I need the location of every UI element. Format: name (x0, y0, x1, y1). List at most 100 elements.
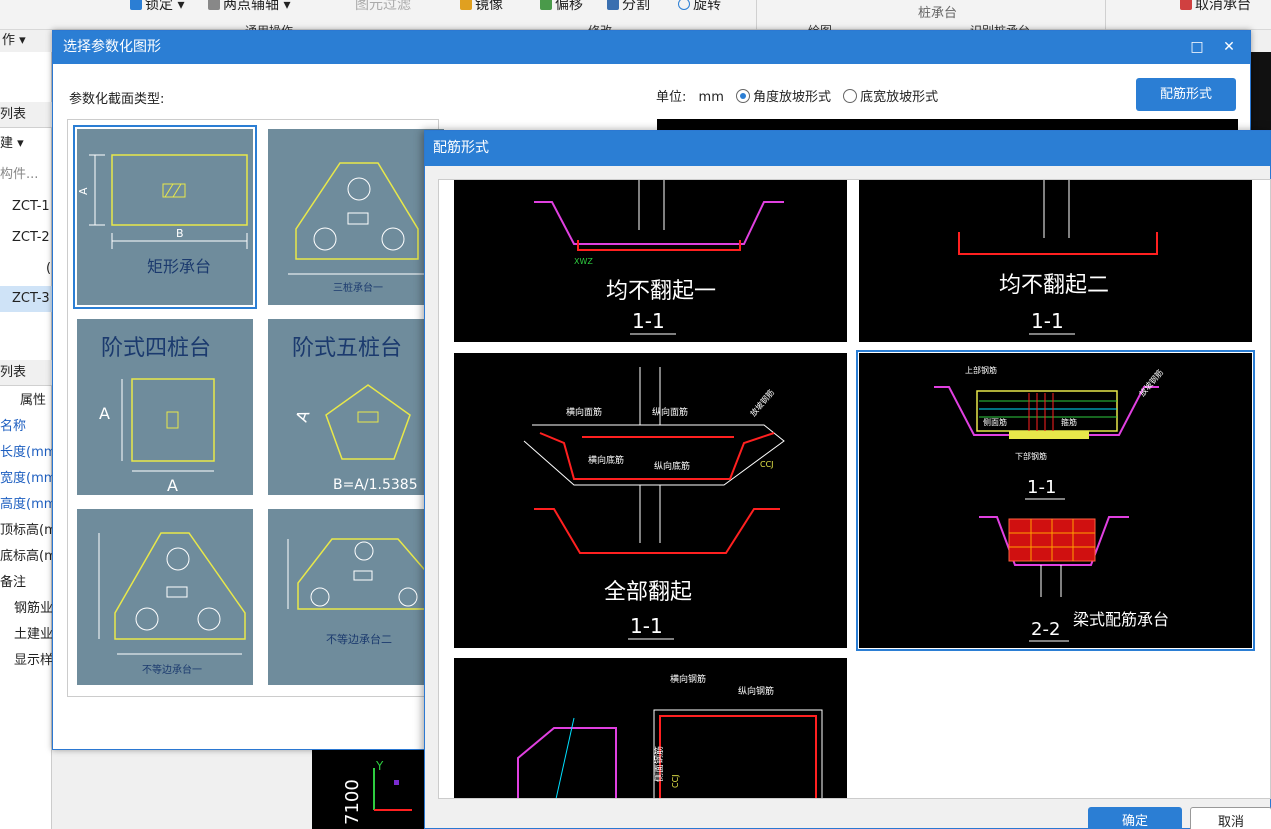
unit-options: 单位: mm 角度放坡形式 底宽放坡形式 (656, 86, 938, 105)
attr-col-header: 属性 (20, 393, 47, 408)
rebar-tag: 纵向钢筋 (738, 685, 774, 697)
cancel-button[interactable]: 取消 (1190, 807, 1271, 829)
rebar-card-beam-type[interactable]: 上部钢筋 下部钢筋 箍筋 侧面筋 放坡钢筋 1-1 2-2 梁式配筋承台 (856, 350, 1255, 651)
axis-icon (208, 0, 220, 10)
rebar-options-list[interactable]: XWZ 均不翻起一 1-1 均不翻起二 1-1 横向面筋 纵向面筋 横向底筋 纵… (438, 179, 1271, 799)
tile-caption: 不等边承台二 (326, 632, 392, 646)
tile-rect-cap[interactable]: A B 矩形承台 (73, 125, 257, 309)
unit-label: 单位: (656, 90, 687, 105)
tree-item[interactable]: ( (0, 257, 52, 281)
rebar-drawing: XWZ 均不翻起一 1-1 (534, 180, 784, 335)
component-search-input[interactable]: 构件... (0, 164, 52, 186)
attr-row[interactable]: 高度(mm (0, 494, 52, 516)
rotate-button[interactable]: 旋转 (678, 0, 721, 14)
ribbon-divider (756, 0, 757, 30)
axis-gizmo: Y (373, 759, 412, 811)
rebar-tag: 上部钢筋 (965, 365, 997, 375)
attr-row-expand[interactable]: 钢筋业 (0, 598, 52, 620)
maximize-icon[interactable]: □ (1185, 31, 1209, 64)
close-icon[interactable]: ✕ (1217, 31, 1241, 64)
component-panel: 列表 建 ▾ 构件... ZCT-1 ZCT-2 ( ZCT-3 列表 属性 名… (0, 52, 52, 829)
two-point-axis-button[interactable]: 两点辅轴 ▾ (208, 0, 290, 14)
radio-angle-slope[interactable] (736, 89, 750, 103)
rebar-card-no-bend-2[interactable]: 均不翻起二 1-1 (859, 180, 1252, 342)
unequal-cap-1-drawing: 不等边承台一 (98, 532, 246, 676)
rebar-drawing: 上部钢筋 下部钢筋 箍筋 侧面筋 放坡钢筋 1-1 2-2 梁式配筋承台 (934, 365, 1169, 642)
radio-angle-label: 角度放坡形式 (753, 90, 832, 105)
rebar-caption: 梁式配筋承台 (1073, 610, 1169, 629)
offset-icon (540, 0, 552, 10)
rebar-drawing: 横向面筋 纵向面筋 横向底筋 纵向底筋 CCJ 放坡钢筋 全部翻起 1-1 (523, 367, 785, 640)
rebar-tag: CCJ (671, 774, 680, 788)
tile-caption: 阶式四桩台 (101, 336, 211, 361)
rebar-card-box[interactable]: 横向钢筋 纵向钢筋 侧面钢筋 CCJ (454, 658, 847, 798)
work-menu[interactable]: 作 ▾ (0, 30, 52, 52)
rebar-tag: 放坡钢筋 (1137, 367, 1165, 398)
dim-label: A (99, 404, 110, 423)
lock-button[interactable]: 锁定 ▾ (130, 0, 184, 14)
dialog-title-bar: 选择参数化图形 □ ✕ (53, 31, 1250, 64)
rebar-caption: 全部翻起 (604, 580, 692, 605)
rebar-drawing: 横向钢筋 纵向钢筋 侧面钢筋 CCJ (517, 673, 823, 798)
dialog-title: 选择参数化图形 (63, 39, 161, 55)
dim-label: A (77, 187, 90, 195)
attr-list-header: 列表 (0, 360, 52, 386)
attr-row[interactable]: 底标高(m (0, 546, 52, 568)
attr-row[interactable]: 名称 (0, 416, 52, 438)
lock-icon (130, 0, 142, 10)
rebar-card-all-bend[interactable]: 横向面筋 纵向面筋 横向底筋 纵向底筋 CCJ 放坡钢筋 全部翻起 1-1 (454, 353, 847, 648)
rebar-caption: 均不翻起二 (999, 273, 1109, 298)
ribbon-toolbar: 锁定 ▾ 两点辅轴 ▾ 图元过滤 镜像 偏移 分割 旋转 桩承台 取消承台 通用… (0, 0, 1271, 38)
rebar-card-no-bend-1[interactable]: XWZ 均不翻起一 1-1 (454, 180, 847, 342)
radio-width-label: 底宽放坡形式 (860, 90, 939, 105)
cancel-icon (1180, 0, 1192, 10)
split-button[interactable]: 分割 (607, 0, 650, 14)
dim-label: B=A/1.5385 (333, 477, 418, 493)
axis-label: Y (375, 759, 384, 773)
list-header: 列表 (0, 102, 52, 128)
mirror-button[interactable]: 镜像 (460, 0, 503, 14)
section-type-label: 参数化截面类型: (69, 92, 165, 107)
shape-grid: A B 矩形承台 三桩承台一 阶式四桩台 A A 阶式五桩台 A B=A/1.5… (67, 119, 444, 697)
tile-three-pile-cap[interactable]: 三桩承台一 (268, 129, 444, 305)
rebar-tag: 纵向面筋 (652, 406, 688, 418)
offset-button[interactable]: 偏移 (540, 0, 583, 14)
attr-row[interactable]: 宽度(mm (0, 468, 52, 490)
attr-row-expand[interactable]: 土建业 (0, 624, 52, 646)
rebar-tag: 侧面筋 (983, 417, 1007, 427)
rebar-tag: 侧面钢筋 (653, 746, 665, 782)
new-button[interactable]: 建 ▾ (0, 132, 52, 156)
cancel-cap-button[interactable]: 取消承台 (1180, 0, 1251, 14)
rebar-tag: 横向面筋 (566, 406, 602, 418)
ok-button[interactable]: 确定 (1088, 807, 1182, 829)
attr-row[interactable]: 备注 (0, 572, 52, 594)
tile-unequal-cap-2[interactable]: 不等边承台二 (268, 509, 444, 685)
rebar-tag: 下部钢筋 (1015, 451, 1047, 461)
rebar-tag: 放坡钢筋 (748, 387, 776, 418)
attr-row[interactable]: 顶标高(m (0, 520, 52, 542)
bg-cad-viewport: Y 7100 (312, 750, 426, 829)
tile-caption: 阶式五桩台 (292, 336, 402, 361)
tree-item[interactable]: ZCT-1 (0, 195, 52, 219)
attr-row[interactable]: 长度(mm (0, 442, 52, 464)
rect-cap-drawing: A B 矩形承台 (77, 154, 248, 276)
tree-item-selected[interactable]: ZCT-3 (0, 286, 52, 312)
attr-row-expand[interactable]: 显示样 (0, 650, 52, 672)
tree-item[interactable]: ZCT-2 (0, 226, 52, 250)
step-five-pile-drawing: 阶式五桩台 A B=A/1.5385 (292, 336, 418, 493)
tile-unequal-cap-1[interactable]: 不等边承台一 (77, 509, 253, 685)
rebar-dialog-title: 配筋形式 (425, 131, 1270, 166)
radio-width-slope[interactable] (843, 89, 858, 103)
section-label: 1-1 (1027, 477, 1056, 498)
dim-label: A (292, 408, 314, 425)
rebar-tag: 箍筋 (1061, 417, 1077, 427)
step-four-pile-drawing: 阶式四桩台 A A (99, 336, 215, 495)
rotate-icon (678, 0, 690, 10)
section-label: 2-2 (1031, 619, 1060, 640)
rebar-tag: XWZ (574, 257, 593, 266)
tile-step-five-pile[interactable]: 阶式五桩台 A B=A/1.5385 (268, 319, 444, 495)
tile-step-four-pile[interactable]: 阶式四桩台 A A (77, 319, 253, 495)
element-filter-button[interactable]: 图元过滤 (355, 0, 411, 14)
rebar-form-button[interactable]: 配筋形式 (1136, 78, 1236, 111)
section-label: 1-1 (1031, 309, 1064, 333)
